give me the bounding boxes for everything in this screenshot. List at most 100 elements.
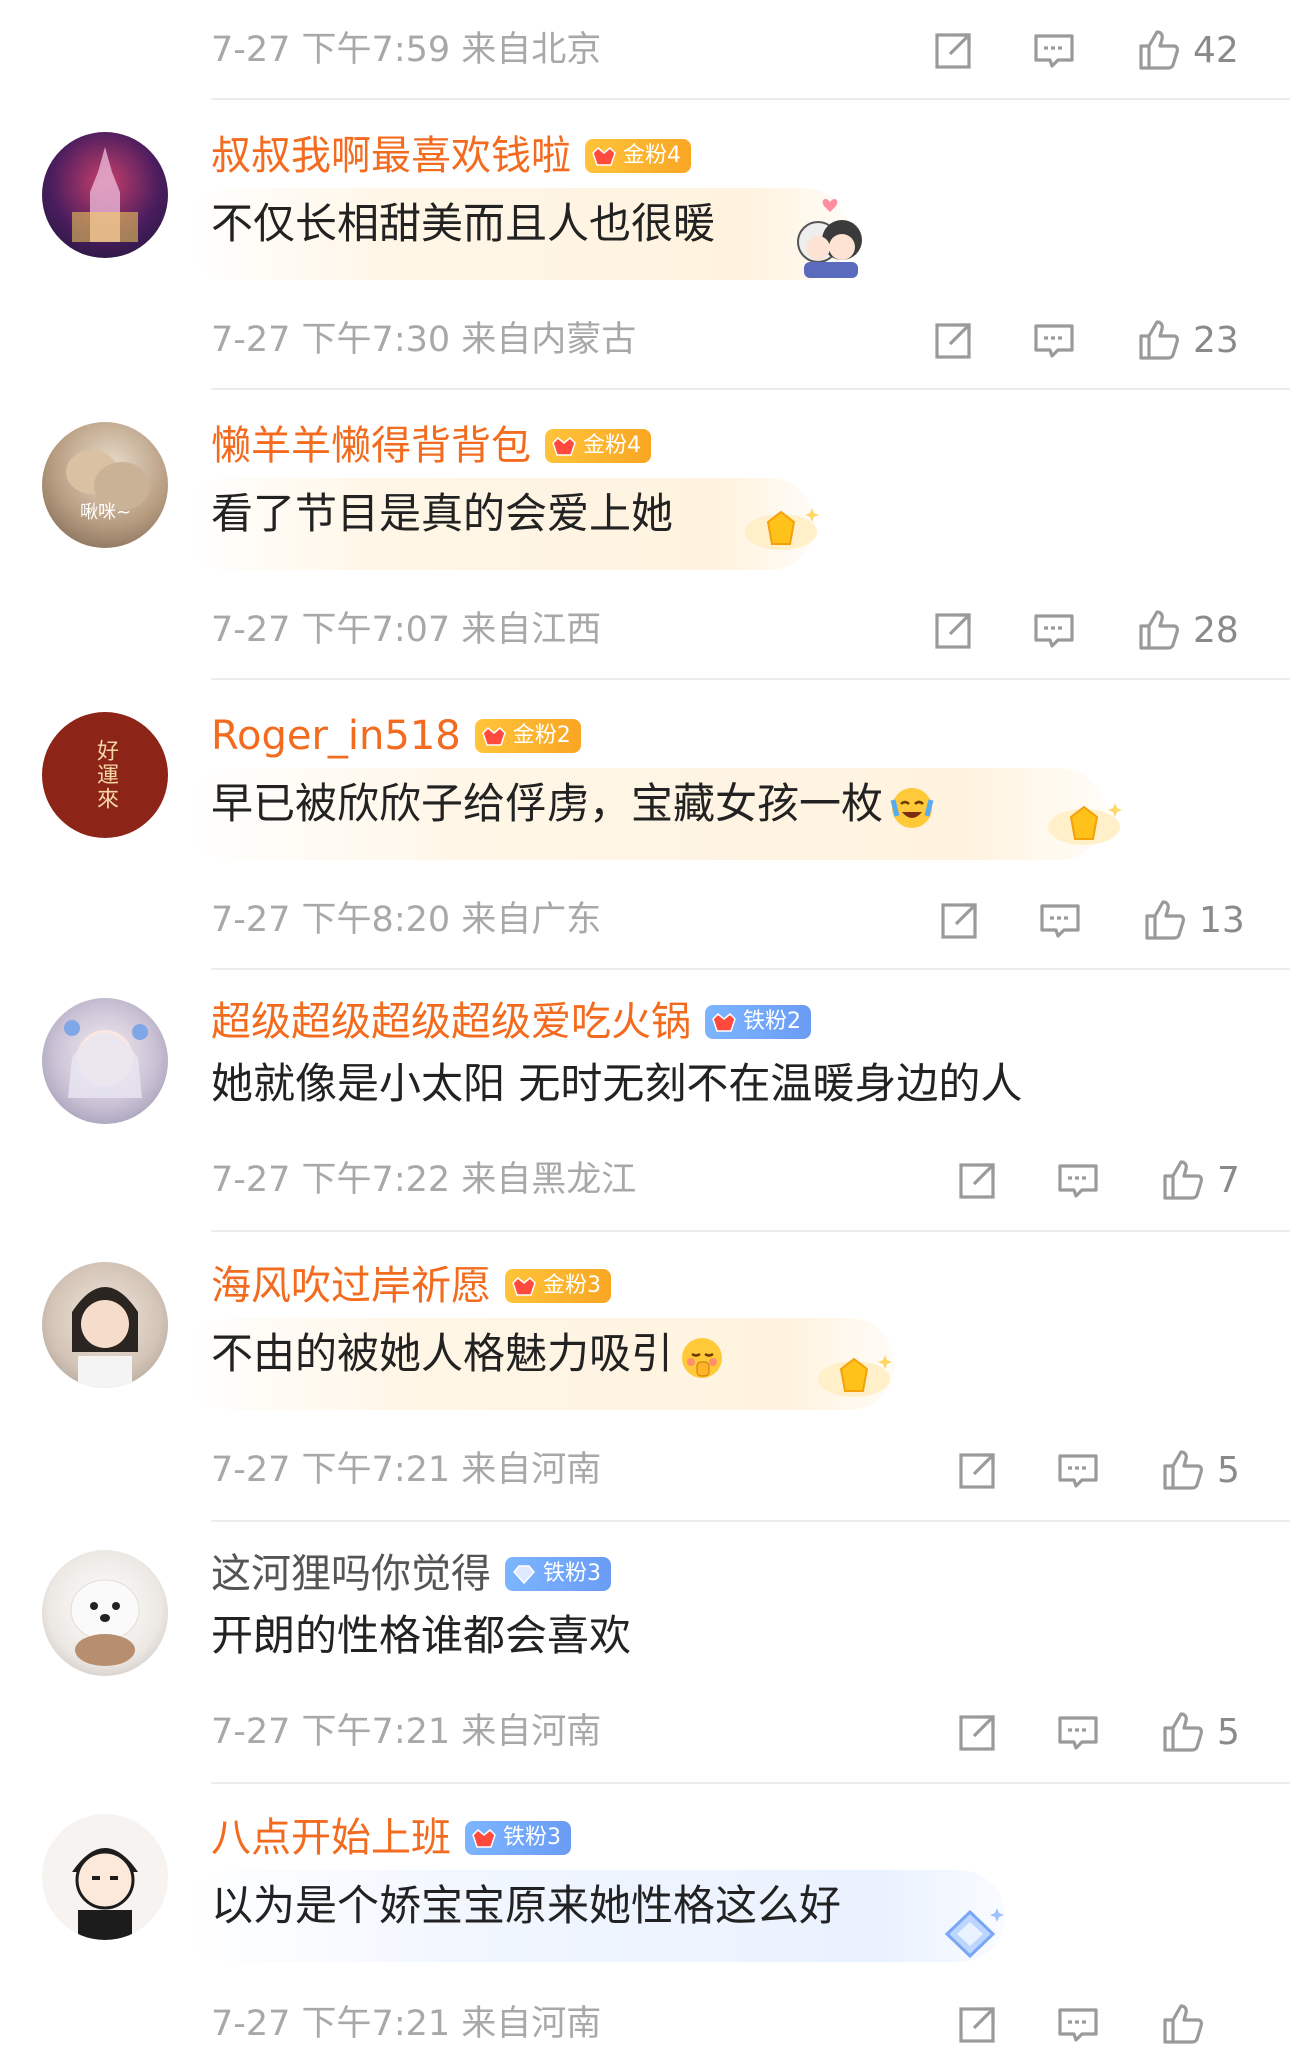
thumbs-up-icon: [1139, 610, 1179, 650]
gold-gem-icon: [818, 1355, 892, 1397]
avatar-caption: 好運來: [93, 739, 118, 811]
badge-label: 铁粉2: [743, 1009, 801, 1034]
like-count: 5: [1217, 1711, 1240, 1753]
fan-badge: 金粉4: [545, 429, 651, 463]
username-text[interactable]: 超级超级超级超级爱吃火锅: [211, 998, 691, 1046]
crying-laugh-emoji-icon: [890, 787, 934, 828]
comment-row: 海风吹过岸祈愿 金粉3 不由的被她人格魅力吸引 7-27 下午7:21 来自河南…: [0, 1232, 1290, 1522]
comment-button[interactable]: [1030, 600, 1078, 660]
avatar[interactable]: [42, 1550, 168, 1676]
fan-badge: 铁粉2: [705, 1005, 811, 1039]
avatar[interactable]: [42, 1262, 168, 1388]
comment-text: 不仅长相甜美而且人也很暖: [211, 199, 716, 248]
comment-button[interactable]: [1036, 890, 1084, 950]
username[interactable]: 叔叔我啊最喜欢钱啦 金粉4: [211, 132, 691, 180]
repost-button[interactable]: [954, 1702, 1002, 1762]
badge-label: 金粉2: [512, 723, 571, 748]
like-button[interactable]: [1159, 1994, 1217, 2054]
castle-avatar-image: [72, 147, 138, 242]
avatar[interactable]: 好運來: [42, 712, 168, 838]
badge-label: 金粉4: [623, 143, 681, 168]
username[interactable]: 八点开始上班 铁粉3: [211, 1814, 571, 1862]
comment-icon: [1034, 614, 1074, 648]
like-button[interactable]: 28: [1135, 600, 1239, 660]
fan-badge: 金粉2: [474, 719, 581, 753]
white-dog-avatar-image: [70, 1579, 140, 1666]
like-button[interactable]: 23: [1135, 310, 1239, 370]
comment-text-body: 早已被欣欣子给俘虏，宝藏女孩一枚: [211, 779, 884, 828]
comment-text: 她就像是小太阳 无时无刻不在温暖身边的人: [211, 1059, 1023, 1108]
repost-button[interactable]: [954, 1994, 1002, 2054]
repost-button[interactable]: [936, 890, 984, 950]
username-text[interactable]: 八点开始上班: [211, 1814, 451, 1862]
username-text[interactable]: 叔叔我啊最喜欢钱啦: [211, 132, 571, 180]
comment-row-0-meta: 7-27 下午7:59 来自北京 42: [0, 0, 1290, 100]
repost-icon: [935, 323, 971, 359]
blue-diamond-icon: [944, 1908, 1004, 1959]
comment-button[interactable]: [1054, 1150, 1102, 1210]
crown-icon: [712, 1012, 736, 1032]
comment-icon: [1058, 1716, 1098, 1750]
avatar[interactable]: [42, 1814, 168, 1940]
repost-icon: [935, 33, 971, 69]
avatar-caption: 啾咪~: [80, 502, 131, 523]
like-button[interactable]: 5: [1159, 1440, 1240, 1500]
crown-icon: [592, 146, 616, 166]
like-count: 23: [1193, 319, 1239, 361]
avatar[interactable]: [42, 132, 168, 258]
thumbs-up-icon: [1163, 1712, 1203, 1752]
repost-icon: [959, 2007, 995, 2043]
gold-gem-icon: [745, 508, 819, 550]
comment-button[interactable]: [1054, 1702, 1102, 1762]
username[interactable]: 懒羊羊懒得背背包 金粉4: [211, 422, 651, 470]
diamond-icon: [513, 1565, 535, 1585]
comment-time-location: 7-27 下午7:22 来自黑龙江: [211, 1160, 637, 1200]
like-button[interactable]: 42: [1135, 20, 1239, 80]
like-count: 7: [1217, 1159, 1240, 1201]
anime-girl-avatar-image: [64, 1020, 148, 1098]
username-text[interactable]: 懒羊羊懒得背背包: [211, 422, 531, 470]
comment-text: 以为是个娇宝宝原来她性格这么好: [211, 1881, 842, 1930]
username-text[interactable]: 这河狸吗你觉得: [211, 1550, 491, 1598]
repost-icon: [935, 613, 971, 649]
avatar[interactable]: 啾咪~: [42, 422, 168, 548]
username[interactable]: 超级超级超级超级爱吃火锅 铁粉2: [211, 998, 811, 1046]
thumbs-up-icon: [1139, 30, 1179, 70]
like-button[interactable]: 5: [1159, 1702, 1240, 1762]
comment-button[interactable]: [1054, 1994, 1102, 2054]
comment-icon: [1034, 34, 1074, 68]
avatar[interactable]: [42, 998, 168, 1124]
repost-icon: [959, 1715, 995, 1751]
badge-label: 金粉3: [543, 1273, 601, 1298]
fan-badge: 金粉4: [585, 139, 691, 173]
repost-button[interactable]: [930, 600, 978, 660]
fan-badge: 金粉3: [505, 1269, 611, 1303]
shy-face-emoji-icon: [682, 1337, 723, 1378]
like-count: 42: [1193, 29, 1239, 71]
comment-text: 看了节目是真的会爱上她: [211, 489, 674, 538]
repost-button[interactable]: [930, 20, 978, 80]
repost-button[interactable]: [954, 1150, 1002, 1210]
fan-badge: 铁粉3: [465, 1821, 571, 1855]
like-button[interactable]: 13: [1141, 890, 1245, 950]
cartoon-boy-avatar-image: [72, 1848, 138, 1940]
crown-icon: [512, 1276, 536, 1296]
username-text[interactable]: 海风吹过岸祈愿: [211, 1262, 491, 1310]
username[interactable]: 海风吹过岸祈愿 金粉3: [211, 1262, 611, 1310]
comment-text: 开朗的性格谁都会喜欢: [211, 1611, 632, 1660]
comment-button[interactable]: [1030, 20, 1078, 80]
username-text[interactable]: Roger_in518: [211, 712, 461, 760]
username[interactable]: 这河狸吗你觉得 铁粉3: [211, 1550, 611, 1598]
repost-button[interactable]: [954, 1440, 1002, 1500]
thumbs-up-icon: [1163, 2004, 1203, 2044]
username[interactable]: Roger_in518 金粉2: [211, 712, 581, 760]
repost-button[interactable]: [930, 310, 978, 370]
like-button[interactable]: 7: [1159, 1150, 1240, 1210]
anime-sticker-icon: [797, 199, 862, 278]
comment-time-location: 7-27 下午7:07 来自江西: [211, 610, 602, 650]
thumbs-up-icon: [1145, 900, 1185, 940]
comment-button[interactable]: [1030, 310, 1078, 370]
comment-icon: [1040, 904, 1080, 938]
crown-icon: [481, 726, 506, 746]
comment-button[interactable]: [1054, 1440, 1102, 1500]
